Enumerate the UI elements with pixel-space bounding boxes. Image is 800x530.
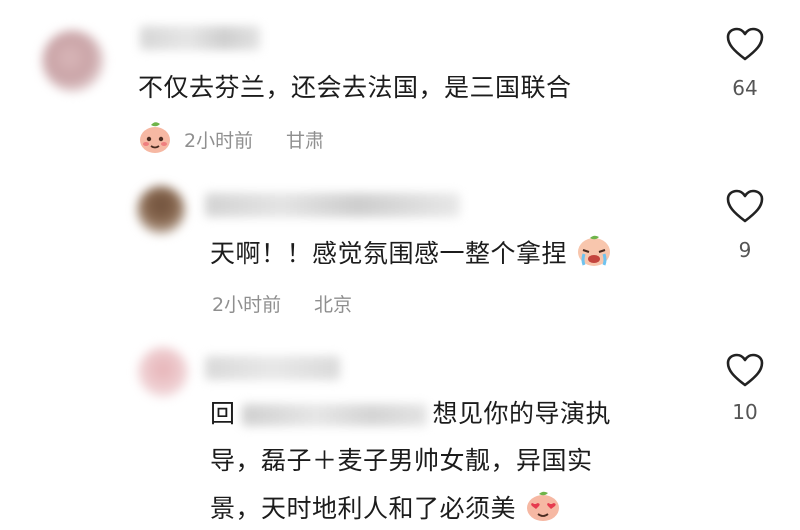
- reply-text-2: 导，磊子＋麦子男帅女靓，异国实: [210, 446, 593, 475]
- reply-text-line: 回 想见你的导演执: [210, 398, 611, 430]
- username[interactable]: [205, 193, 460, 217]
- comment-location: 甘肃: [286, 130, 325, 152]
- like-count: 9: [738, 238, 752, 262]
- comment-location: 北京: [314, 294, 353, 316]
- reply-prefix: 回: [210, 399, 236, 428]
- heart-eyes-sticker-icon: [524, 490, 562, 530]
- like-count: 64: [732, 76, 758, 100]
- heart-outline-icon[interactable]: [725, 352, 765, 392]
- avatar[interactable]: [137, 186, 185, 234]
- reply-text-line: 景，天时地利人和了必须美: [210, 490, 562, 530]
- heart-outline-icon[interactable]: [725, 26, 765, 66]
- comment-text-content: 天啊！！感觉氛围感一整个拿捏: [210, 239, 568, 268]
- reply-text-1: 想见你的导演执: [432, 399, 612, 428]
- peach-sticker-icon: [136, 118, 174, 160]
- comment-text: 天啊！！感觉氛围感一整个拿捏: [210, 234, 613, 276]
- avatar[interactable]: [138, 347, 188, 397]
- like-count: 10: [732, 400, 758, 424]
- avatar[interactable]: [42, 30, 104, 92]
- reply-text-3: 景，天时地利人和了必须美: [210, 494, 517, 523]
- comment-text: 不仅去芬兰，还会去法国，是三国联合: [138, 73, 572, 102]
- username[interactable]: [140, 26, 260, 50]
- crying-sticker-icon: [575, 234, 613, 276]
- heart-outline-icon[interactable]: [725, 188, 765, 228]
- comment-time: 2小时前: [184, 130, 254, 152]
- username[interactable]: [205, 356, 340, 380]
- comment-time: 2小时前: [212, 294, 282, 316]
- reply-target-username[interactable]: [241, 404, 427, 426]
